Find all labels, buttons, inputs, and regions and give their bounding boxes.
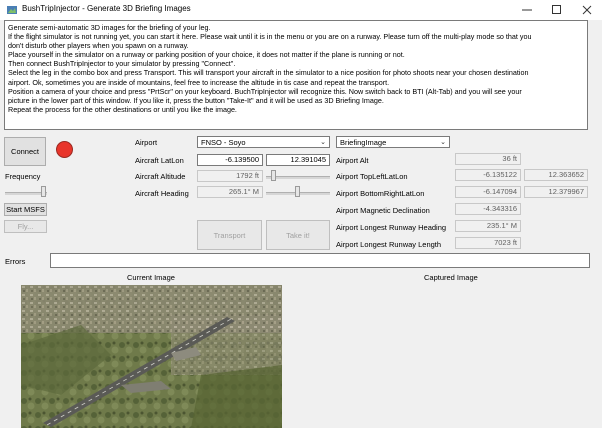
instruction-line: Repeat the process for the other destina…	[8, 104, 237, 114]
instruction-line: Select the leg in the combo box and pres…	[8, 68, 529, 78]
heading-slider[interactable]	[295, 186, 300, 197]
current-image-label: Current Image	[127, 273, 175, 282]
fly-button[interactable]: Fly...	[4, 220, 47, 233]
airport-bottomright-lat-field[interactable]: -6.147094	[455, 186, 521, 198]
satellite-image	[21, 285, 282, 428]
airport-label: Airport	[135, 138, 158, 147]
app-icon	[7, 6, 17, 14]
window-edge	[588, 20, 602, 260]
airport-topleft-lon-field[interactable]: 12.363652	[524, 169, 588, 181]
captured-image-label: Captured Image	[424, 273, 478, 282]
connection-status-indicator	[56, 141, 73, 158]
aircraft-altitude-label: Aircraft Altitude	[135, 172, 186, 181]
airport-bottomright-label: Airport BottomRightLatLon	[336, 189, 425, 198]
airport-alt-label: Airport Alt	[336, 156, 369, 165]
aircraft-heading-label: Aircraft Heading	[135, 189, 189, 198]
image-type-select-value: BriefingImage	[340, 138, 387, 147]
maximize-button[interactable]	[542, 0, 572, 20]
airport-bottomright-lon-field[interactable]: 12.379967	[524, 186, 588, 198]
aircraft-lon-field[interactable]: 12.391045	[266, 154, 330, 166]
airport-select[interactable]: FNSO - Soyo ⌄	[197, 136, 330, 148]
instruction-line: Place yourself in the simulator on a run…	[8, 50, 405, 60]
airport-rwy-heading-field[interactable]: 235.1° M	[455, 220, 521, 232]
airport-topleft-lat-field[interactable]: -6.135122	[455, 169, 521, 181]
errors-label: Errors	[5, 257, 26, 266]
close-icon	[582, 5, 592, 15]
maximize-icon	[552, 5, 561, 14]
chevron-down-icon: ⌄	[440, 139, 446, 146]
connect-button[interactable]: Connect	[4, 137, 46, 166]
airport-rwy-heading-label: Airport Longest Runway Heading	[336, 223, 447, 232]
altitude-slider[interactable]	[271, 170, 276, 181]
instruction-line: airport. Ok, sometimes you are inside of…	[8, 77, 390, 87]
current-image	[21, 285, 282, 428]
image-type-select[interactable]: BriefingImage ⌄	[336, 136, 450, 148]
window-title: BushTripInjector - Generate 3D Briefing …	[22, 4, 191, 13]
frequency-slider[interactable]	[41, 186, 46, 197]
chevron-down-icon: ⌄	[320, 139, 326, 146]
aircraft-latlon-label: Aircraft LatLon	[135, 156, 184, 165]
aircraft-altitude-field[interactable]: 1792 ft	[197, 170, 263, 182]
instructions-textbox[interactable]: Generate semi-automatic 3D images for th…	[4, 20, 588, 130]
title-bar: BushTripInjector - Generate 3D Briefing …	[0, 0, 602, 20]
instruction-line: Generate semi-automatic 3D images for th…	[8, 23, 211, 32]
airport-magdec-field[interactable]: -4.343316	[455, 203, 521, 215]
instruction-line: don't disturb other players when you spa…	[8, 41, 189, 51]
start-msfs-button[interactable]: Start MSFS	[4, 203, 47, 216]
instruction-line: picture in the lower part of this window…	[8, 95, 384, 105]
instruction-line: Then connect BushTripInjector to your si…	[8, 59, 236, 69]
minimize-icon	[522, 9, 532, 11]
airport-topleft-label: Airport TopLeftLatLon	[336, 172, 408, 181]
airport-rwy-length-label: Airport Longest Runway Length	[336, 240, 442, 249]
minimize-button[interactable]	[512, 0, 542, 20]
aircraft-lat-field[interactable]: -6.139500	[197, 154, 263, 166]
instruction-line: If the flight simulator is not running y…	[8, 32, 532, 42]
errors-field[interactable]	[50, 253, 590, 268]
airport-alt-field[interactable]: 36 ft	[455, 153, 521, 165]
aircraft-heading-field[interactable]: 265.1° M	[197, 186, 263, 198]
take-it-button[interactable]: Take it!	[266, 220, 330, 250]
airport-rwy-length-field[interactable]: 7023 ft	[455, 237, 521, 249]
close-button[interactable]	[572, 0, 602, 20]
frequency-label: Frequency	[5, 172, 41, 181]
airport-select-value: FNSO - Soyo	[201, 138, 246, 147]
instruction-line: Position a camera of your choice and pre…	[8, 86, 522, 96]
transport-button[interactable]: Transport	[197, 220, 262, 250]
airport-magdec-label: Airport Magnetic Declination	[336, 206, 430, 215]
